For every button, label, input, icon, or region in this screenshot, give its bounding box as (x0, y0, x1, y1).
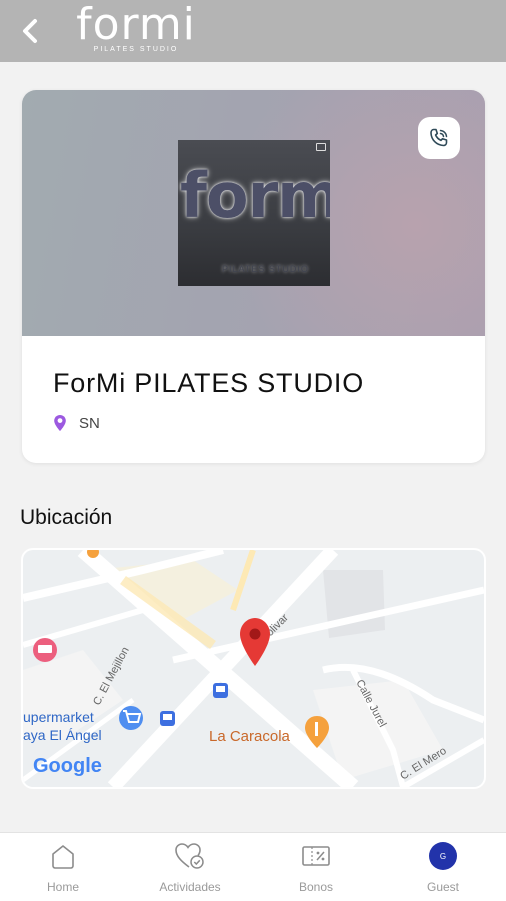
map-block (323, 570, 385, 638)
nav-item-home[interactable]: Home (13, 841, 113, 897)
nav-label-bonos: Bonos (298, 880, 334, 894)
photo-logo-subtitle: PILATES STUDIO (222, 264, 309, 274)
avatar-icon: G (429, 842, 457, 870)
coupon-icon (302, 846, 330, 866)
bus-stop-icon[interactable] (160, 711, 175, 726)
logo-word: formi (76, 0, 196, 50)
shopping-cart-icon[interactable] (119, 706, 143, 730)
nav-item-bonos[interactable]: Bonos (266, 841, 366, 897)
google-logo: Google (33, 755, 102, 777)
location-text: SN (79, 414, 100, 432)
back-button[interactable] (14, 14, 48, 48)
location-pin-icon (54, 415, 66, 431)
heart-check-icon (175, 843, 204, 869)
map-label-supermarket: upermarket (23, 709, 94, 725)
call-button[interactable] (418, 117, 460, 159)
nav-label-home: Home (46, 880, 79, 894)
nav-label-guest: Guest (426, 880, 459, 894)
location-map[interactable]: Bolivar C. El Mejillon Calle Jurel C. El… (21, 548, 486, 789)
nav-label-activities: Actividades (159, 880, 221, 894)
bus-stop-icon[interactable] (213, 683, 228, 698)
map-canvas[interactable]: Bolivar C. El Mejillon Calle Jurel C. El… (23, 550, 484, 787)
studio-location: SN (53, 413, 100, 433)
section-title-location: Ubicación (20, 506, 113, 529)
app-logo: formi PILATES STUDIO (66, 2, 206, 60)
chevron-left-icon (23, 19, 37, 43)
map-label-supermarket-2: aya El Ángel (23, 727, 102, 743)
home-icon (52, 845, 74, 869)
studio-name: ForMi PILATES STUDIO (53, 368, 365, 398)
photo-logo-word: formi (180, 159, 330, 232)
map-label-restaurant: La Caracola (209, 728, 291, 745)
photo-badge (316, 143, 326, 151)
nav-item-guest[interactable]: G Guest (393, 841, 493, 897)
phone-call-icon (430, 128, 448, 147)
hotel-icon[interactable] (33, 638, 57, 662)
nav-item-activities[interactable]: Actividades (140, 841, 240, 897)
top-bar: formi PILATES STUDIO (0, 0, 506, 62)
studio-card: formi PILATES STUDIO ForMi PILATES STUDI… (22, 90, 485, 463)
studio-banner: formi PILATES STUDIO (22, 90, 485, 336)
studio-photo: formi PILATES STUDIO (178, 140, 330, 286)
bottom-nav: Home Actividades Bonos G Guest (0, 832, 506, 901)
